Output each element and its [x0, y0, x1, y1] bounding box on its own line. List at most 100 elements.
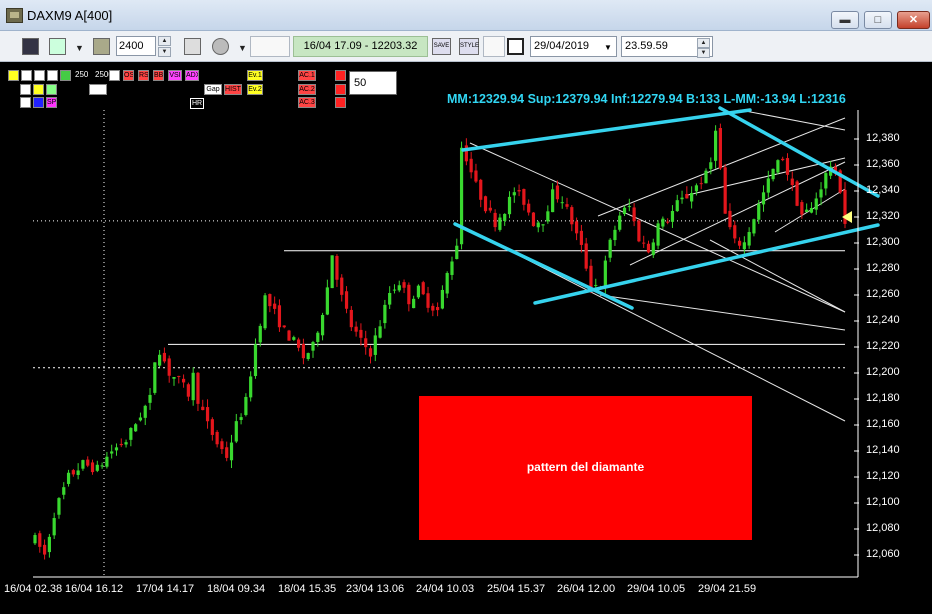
candle: [507, 196, 512, 215]
candle: [603, 260, 607, 287]
cursor-tool-icon[interactable]: [8, 70, 19, 81]
close-ac2-icon[interactable]: [335, 84, 346, 95]
x-tick-label: 18/04 15.35: [278, 583, 337, 595]
candle: [330, 255, 334, 289]
candle: [747, 232, 751, 246]
green-swatch-icon[interactable]: [46, 84, 57, 95]
y-tick-label: 12,260: [866, 288, 900, 300]
x-tick-label: 26/04 12.00: [557, 583, 616, 595]
candle: [436, 307, 440, 311]
rs-button[interactable]: RS: [138, 70, 149, 81]
candle: [114, 447, 119, 451]
candle: [771, 168, 775, 180]
close-ac1-icon[interactable]: [335, 70, 346, 81]
hr-button[interactable]: HR: [190, 98, 204, 109]
candle: [809, 207, 814, 213]
fill-tool-icon[interactable]: [60, 70, 71, 81]
ac2-button[interactable]: AC.2: [298, 84, 316, 95]
candle: [320, 314, 325, 336]
sp-button[interactable]: SP: [46, 97, 57, 108]
candle: [790, 178, 794, 186]
candle: [440, 289, 444, 309]
candle: [479, 179, 483, 200]
candle: [584, 243, 588, 269]
ev2-button[interactable]: Ev.2: [247, 84, 263, 95]
candle: [158, 354, 162, 366]
candle: [129, 428, 133, 440]
candle: [57, 498, 61, 515]
candle: [517, 190, 521, 192]
bb-button[interactable]: BB: [153, 70, 164, 81]
ac1-button[interactable]: AC.1: [298, 70, 316, 81]
candle: [249, 376, 253, 398]
candle: [364, 338, 368, 348]
candle: [594, 284, 598, 286]
blue-swatch-icon[interactable]: [33, 97, 44, 108]
candle: [656, 223, 660, 246]
y-tick-label: 12,380: [866, 132, 900, 144]
arm-button[interactable]: [89, 84, 107, 95]
x-tick-label: 17/04 14.17: [136, 583, 195, 595]
line-tool-2-icon[interactable]: [34, 70, 45, 81]
y-tick-label: 12,120: [866, 470, 900, 482]
candle: [62, 487, 66, 495]
x-tick-label: 25/04 15.37: [487, 583, 546, 595]
candle: [622, 207, 627, 215]
candle: [565, 204, 569, 207]
candle: [742, 242, 746, 250]
x-tick-label: 16/04 02.38: [4, 583, 63, 595]
zoom-icon[interactable]: [109, 70, 120, 81]
candle: [52, 518, 56, 536]
line-tool-icon[interactable]: [21, 70, 32, 81]
candle: [110, 451, 114, 454]
ev1-button[interactable]: Ev.1: [247, 70, 263, 81]
candle: [229, 442, 234, 461]
candle: [570, 207, 574, 225]
candle: [258, 325, 262, 343]
channel-tool-icon[interactable]: [47, 70, 58, 81]
candle: [134, 424, 138, 432]
candle: [766, 178, 770, 193]
candle: [273, 303, 277, 309]
candle: [579, 230, 583, 245]
candle: [215, 431, 219, 445]
candle: [776, 160, 780, 173]
y-tick-label: 12,300: [866, 236, 900, 248]
candle: [737, 240, 742, 246]
close-ac3-icon[interactable]: [335, 97, 346, 108]
period-input[interactable]: 50: [349, 71, 397, 95]
candle: [699, 183, 703, 185]
os-button[interactable]: OS: [123, 70, 134, 81]
diamond-trendline: [461, 108, 752, 152]
hist-button[interactable]: HIST: [224, 84, 242, 95]
gap-button[interactable]: Gap: [204, 84, 222, 95]
candle: [527, 203, 531, 213]
candle: [368, 348, 373, 357]
candle: [694, 185, 699, 192]
yellow-swatch-icon[interactable]: [33, 84, 44, 95]
candle: [277, 305, 282, 328]
candle: [316, 332, 320, 342]
stats-line: MM:12329.94 Sup:12379.94 Inf:12279.94 B:…: [447, 92, 846, 106]
candle: [637, 220, 641, 242]
candle: [397, 285, 401, 291]
candle: [349, 309, 353, 328]
candle: [344, 291, 349, 309]
candle: [292, 337, 296, 340]
candle: [546, 211, 550, 222]
adx-button[interactable]: ADX: [185, 70, 199, 81]
vsi-button[interactable]: VSI: [168, 70, 182, 81]
candle: [76, 470, 80, 475]
candle: [42, 544, 47, 555]
candle: [143, 405, 147, 418]
candle: [66, 472, 71, 484]
white-swatch-2-icon[interactable]: [20, 97, 31, 108]
channel-line: [599, 294, 846, 331]
candle: [781, 158, 785, 161]
candle: [172, 377, 176, 379]
candle: [613, 229, 617, 241]
white-swatch-icon[interactable]: [20, 84, 31, 95]
ac3-button[interactable]: AC.3: [298, 97, 316, 108]
candle: [819, 189, 823, 198]
candle: [421, 282, 425, 295]
